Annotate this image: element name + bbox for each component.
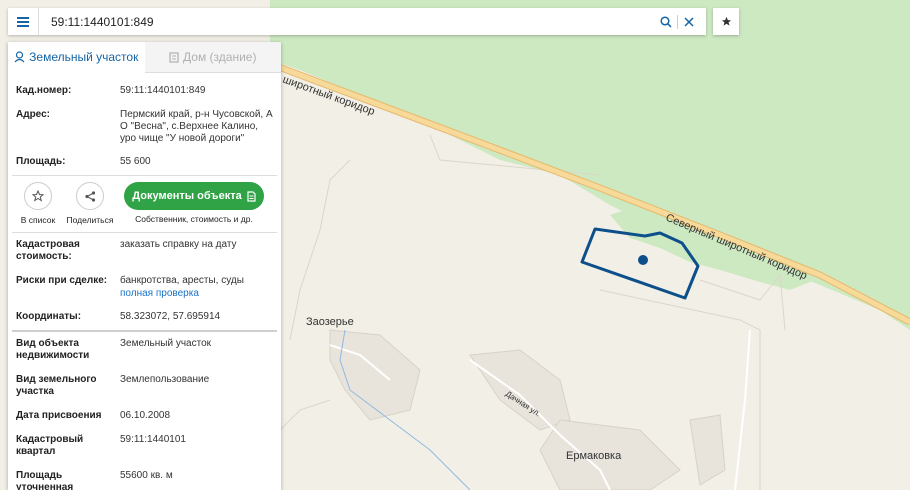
field-cadastral-value: Кадастровая стоимость: заказать справку …	[8, 239, 281, 263]
field-cadastral-number: Кад.номер: 59:11:1440101:849	[8, 85, 281, 97]
field-assignment-date: Дата присвоения 06.10.2008	[8, 410, 281, 422]
field-value: 59:11:1440101	[120, 434, 186, 445]
clear-button[interactable]	[678, 8, 700, 35]
tab-land-plot-label: Земельный участок	[29, 50, 139, 64]
action-bar: В список Поделиться Документы объекта Со…	[8, 176, 281, 232]
add-to-list-button[interactable]: В список	[12, 182, 64, 225]
field-key: Кадастровый квартал	[16, 434, 84, 457]
risks-value: банкротства, аресты, суды	[120, 275, 244, 286]
cadastral-number-link[interactable]: 59:11:1440101:849	[120, 85, 273, 97]
field-value: Земельный участок	[120, 338, 212, 349]
field-key: Вид земельного участка	[16, 374, 97, 397]
field-object-type: Вид объекта недвижимости Земельный участ…	[8, 338, 281, 362]
risks-value-block: банкротства, аресты, суды полная проверк…	[120, 275, 273, 300]
share-button[interactable]: Поделиться	[64, 182, 116, 225]
place-label-zaozerye: Заозерье	[306, 316, 354, 328]
field-value: 06.10.2008	[120, 410, 171, 421]
field-value: 55600 кв. м	[120, 470, 173, 481]
menu-icon	[17, 16, 29, 27]
field-specified-area: Площадь уточненная 55600 кв. м	[8, 470, 281, 490]
share-icon	[84, 190, 95, 202]
field-value: Пермский край, р-н Чусовской, А О "Весна…	[120, 109, 273, 144]
tab-building-label: Дом (здание)	[183, 50, 257, 64]
documents-block: Документы объекта Собственник, стоимость…	[124, 182, 264, 224]
search-button[interactable]	[655, 8, 677, 35]
place-label-ermakovka: Ермаковка	[566, 450, 622, 462]
field-key: Дата присвоения	[16, 410, 102, 421]
field-key: Площадь уточненная	[16, 470, 74, 490]
documents-subtitle: Собственник, стоимость и др.	[135, 214, 253, 224]
star-icon	[721, 16, 731, 26]
field-key: Координаты:	[16, 311, 82, 322]
field-key: Кад.номер:	[16, 85, 72, 96]
field-key: Площадь:	[16, 156, 66, 167]
documents-button[interactable]: Документы объекта	[124, 182, 264, 210]
search-bar	[8, 8, 706, 35]
object-info-panel: Земельный участок Дом (здание) Кад.номер…	[8, 42, 281, 490]
search-input[interactable]	[39, 9, 655, 34]
share-label: Поделиться	[66, 215, 114, 225]
field-key: Адрес:	[16, 109, 50, 120]
share-circle	[76, 182, 104, 210]
favorite-button[interactable]	[713, 8, 739, 35]
tab-land-plot[interactable]: Земельный участок	[8, 42, 145, 73]
field-key: Риски при сделке:	[16, 275, 108, 286]
document-icon	[247, 190, 256, 202]
star-outline-icon	[32, 190, 44, 202]
order-certificate-link[interactable]: заказать справку на дату	[120, 239, 273, 263]
search-icon	[660, 15, 672, 28]
land-plot-icon	[14, 51, 25, 63]
parcel-center-marker[interactable]	[638, 255, 648, 265]
field-value: Землепользование	[120, 374, 210, 385]
add-to-list-label: В список	[20, 215, 56, 225]
tab-building[interactable]: Дом (здание)	[145, 42, 282, 72]
menu-button[interactable]	[8, 8, 39, 35]
field-address: Адрес: Пермский край, р-н Чусовской, А О…	[8, 109, 281, 145]
field-plot-type: Вид земельного участка Землепользование	[8, 374, 281, 398]
field-value: 55 600	[120, 156, 151, 167]
field-area: Площадь: 55 600	[8, 156, 281, 168]
add-to-list-circle	[24, 182, 52, 210]
full-check-link[interactable]: полная проверка	[120, 288, 273, 300]
field-risks: Риски при сделке: банкротства, аресты, с…	[8, 275, 281, 300]
field-cadastral-quarter: Кадастровый квартал 59:11:1440101	[8, 434, 281, 458]
panel-tabs: Земельный участок Дом (здание)	[8, 42, 281, 73]
building-icon	[169, 51, 179, 63]
documents-button-label: Документы объекта	[132, 190, 242, 202]
field-value: 58.323072, 57.695914	[120, 311, 221, 322]
divider	[12, 232, 277, 233]
close-icon	[684, 16, 694, 27]
field-coordinates: Координаты: 58.323072, 57.695914	[8, 311, 281, 323]
divider	[12, 330, 277, 332]
field-key: Вид объекта недвижимости	[16, 338, 90, 361]
field-key: Кадастровая стоимость:	[16, 239, 80, 262]
